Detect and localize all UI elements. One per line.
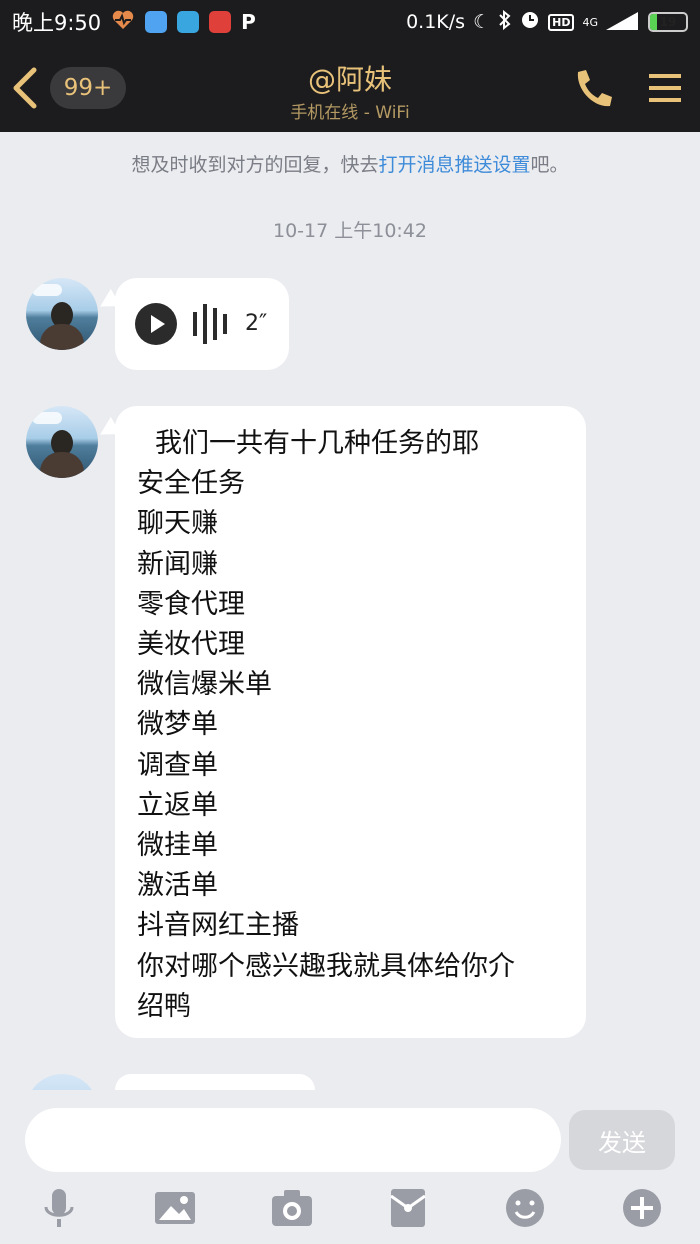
- push-settings-link[interactable]: 打开消息推送设置: [378, 154, 530, 176]
- battery-icon: 19: [648, 12, 688, 32]
- message-line: 调查单: [137, 749, 218, 781]
- voice-duration: 2″: [245, 311, 268, 336]
- call-button[interactable]: [570, 66, 614, 110]
- send-button[interactable]: 发送: [569, 1110, 675, 1170]
- menu-button[interactable]: [645, 68, 685, 108]
- alarm-icon: [520, 10, 540, 35]
- hamburger-menu-icon: [649, 74, 681, 102]
- notice-prefix: 想及时收到对方的回复，快去: [131, 154, 379, 176]
- heart-rate-icon: [111, 9, 135, 36]
- signal-icon: [606, 10, 640, 35]
- composer-toolbar: [0, 1186, 700, 1236]
- message-line: 立返单: [137, 789, 218, 821]
- message-input[interactable]: [25, 1108, 561, 1172]
- message-line: 激活单: [137, 870, 218, 902]
- message-line: 抖音网红主播: [137, 910, 299, 942]
- notice-suffix: 吧。: [530, 154, 569, 176]
- message-line: 新闻赚: [137, 548, 218, 580]
- chat-header: 99+ @阿妹 手机在线 - WiFi: [0, 44, 700, 132]
- image-icon[interactable]: [153, 1186, 197, 1230]
- contact-avatar[interactable]: [26, 406, 98, 478]
- message-line: 零食代理: [137, 588, 245, 620]
- network-type: 4G: [582, 15, 598, 29]
- message-timestamp: 10-17 上午10:42: [272, 220, 427, 242]
- message-line: 我们一共有十几种任务的耶: [155, 428, 479, 459]
- message-bubble-partial: [115, 1074, 315, 1090]
- message-line: 绍鸭: [137, 990, 191, 1022]
- message-text: 我们一共有十几种任务的耶 安全任务 聊天赚 新闻赚 零食代理 美妆代理 微信爆米…: [137, 424, 570, 1027]
- microphone-icon[interactable]: [37, 1186, 81, 1230]
- netease-music-icon: [209, 11, 232, 33]
- contact-avatar-partial: [26, 1074, 98, 1090]
- message-line: 微梦单: [137, 709, 218, 741]
- moon-icon: ☾: [473, 11, 491, 33]
- status-bar: 晚上9:50 P 0.1K/s ☾ HD 4G 19: [0, 0, 700, 44]
- camera-icon[interactable]: [270, 1186, 314, 1230]
- hd-icon: HD: [548, 13, 575, 31]
- message-line: 你对哪个感兴趣我就具体给你介: [137, 950, 515, 982]
- status-time: 晚上9:50: [12, 11, 102, 35]
- message-line: 微挂单: [137, 830, 218, 862]
- text-message-bubble[interactable]: 我们一共有十几种任务的耶 安全任务 聊天赚 新闻赚 零食代理 美妆代理 微信爆米…: [115, 406, 586, 1038]
- bluetooth-icon: [498, 9, 512, 35]
- composer: 发送: [0, 1090, 700, 1244]
- red-packet-icon[interactable]: [386, 1186, 430, 1230]
- message-line: 美妆代理: [137, 629, 245, 661]
- push-notice: 想及时收到对方的回复，快去打开消息推送设置吧。: [0, 150, 700, 177]
- network-speed: 0.1K/s: [406, 11, 466, 33]
- contact-avatar[interactable]: [26, 278, 98, 350]
- play-icon[interactable]: [135, 303, 177, 345]
- audio-wave-icon: [193, 304, 227, 344]
- message-line: 微信爆米单: [137, 669, 272, 701]
- phone-icon: [577, 70, 612, 107]
- app-notification-icon: [145, 11, 168, 33]
- p-app-icon: P: [241, 10, 256, 34]
- telegram-icon: [177, 11, 200, 33]
- message-line: 聊天赚: [137, 508, 218, 540]
- battery-level: 19: [659, 15, 677, 29]
- voice-message-bubble[interactable]: 2″: [115, 278, 289, 370]
- plus-icon[interactable]: [620, 1186, 664, 1230]
- emoji-icon[interactable]: [503, 1186, 547, 1230]
- message-line: 安全任务: [137, 468, 245, 500]
